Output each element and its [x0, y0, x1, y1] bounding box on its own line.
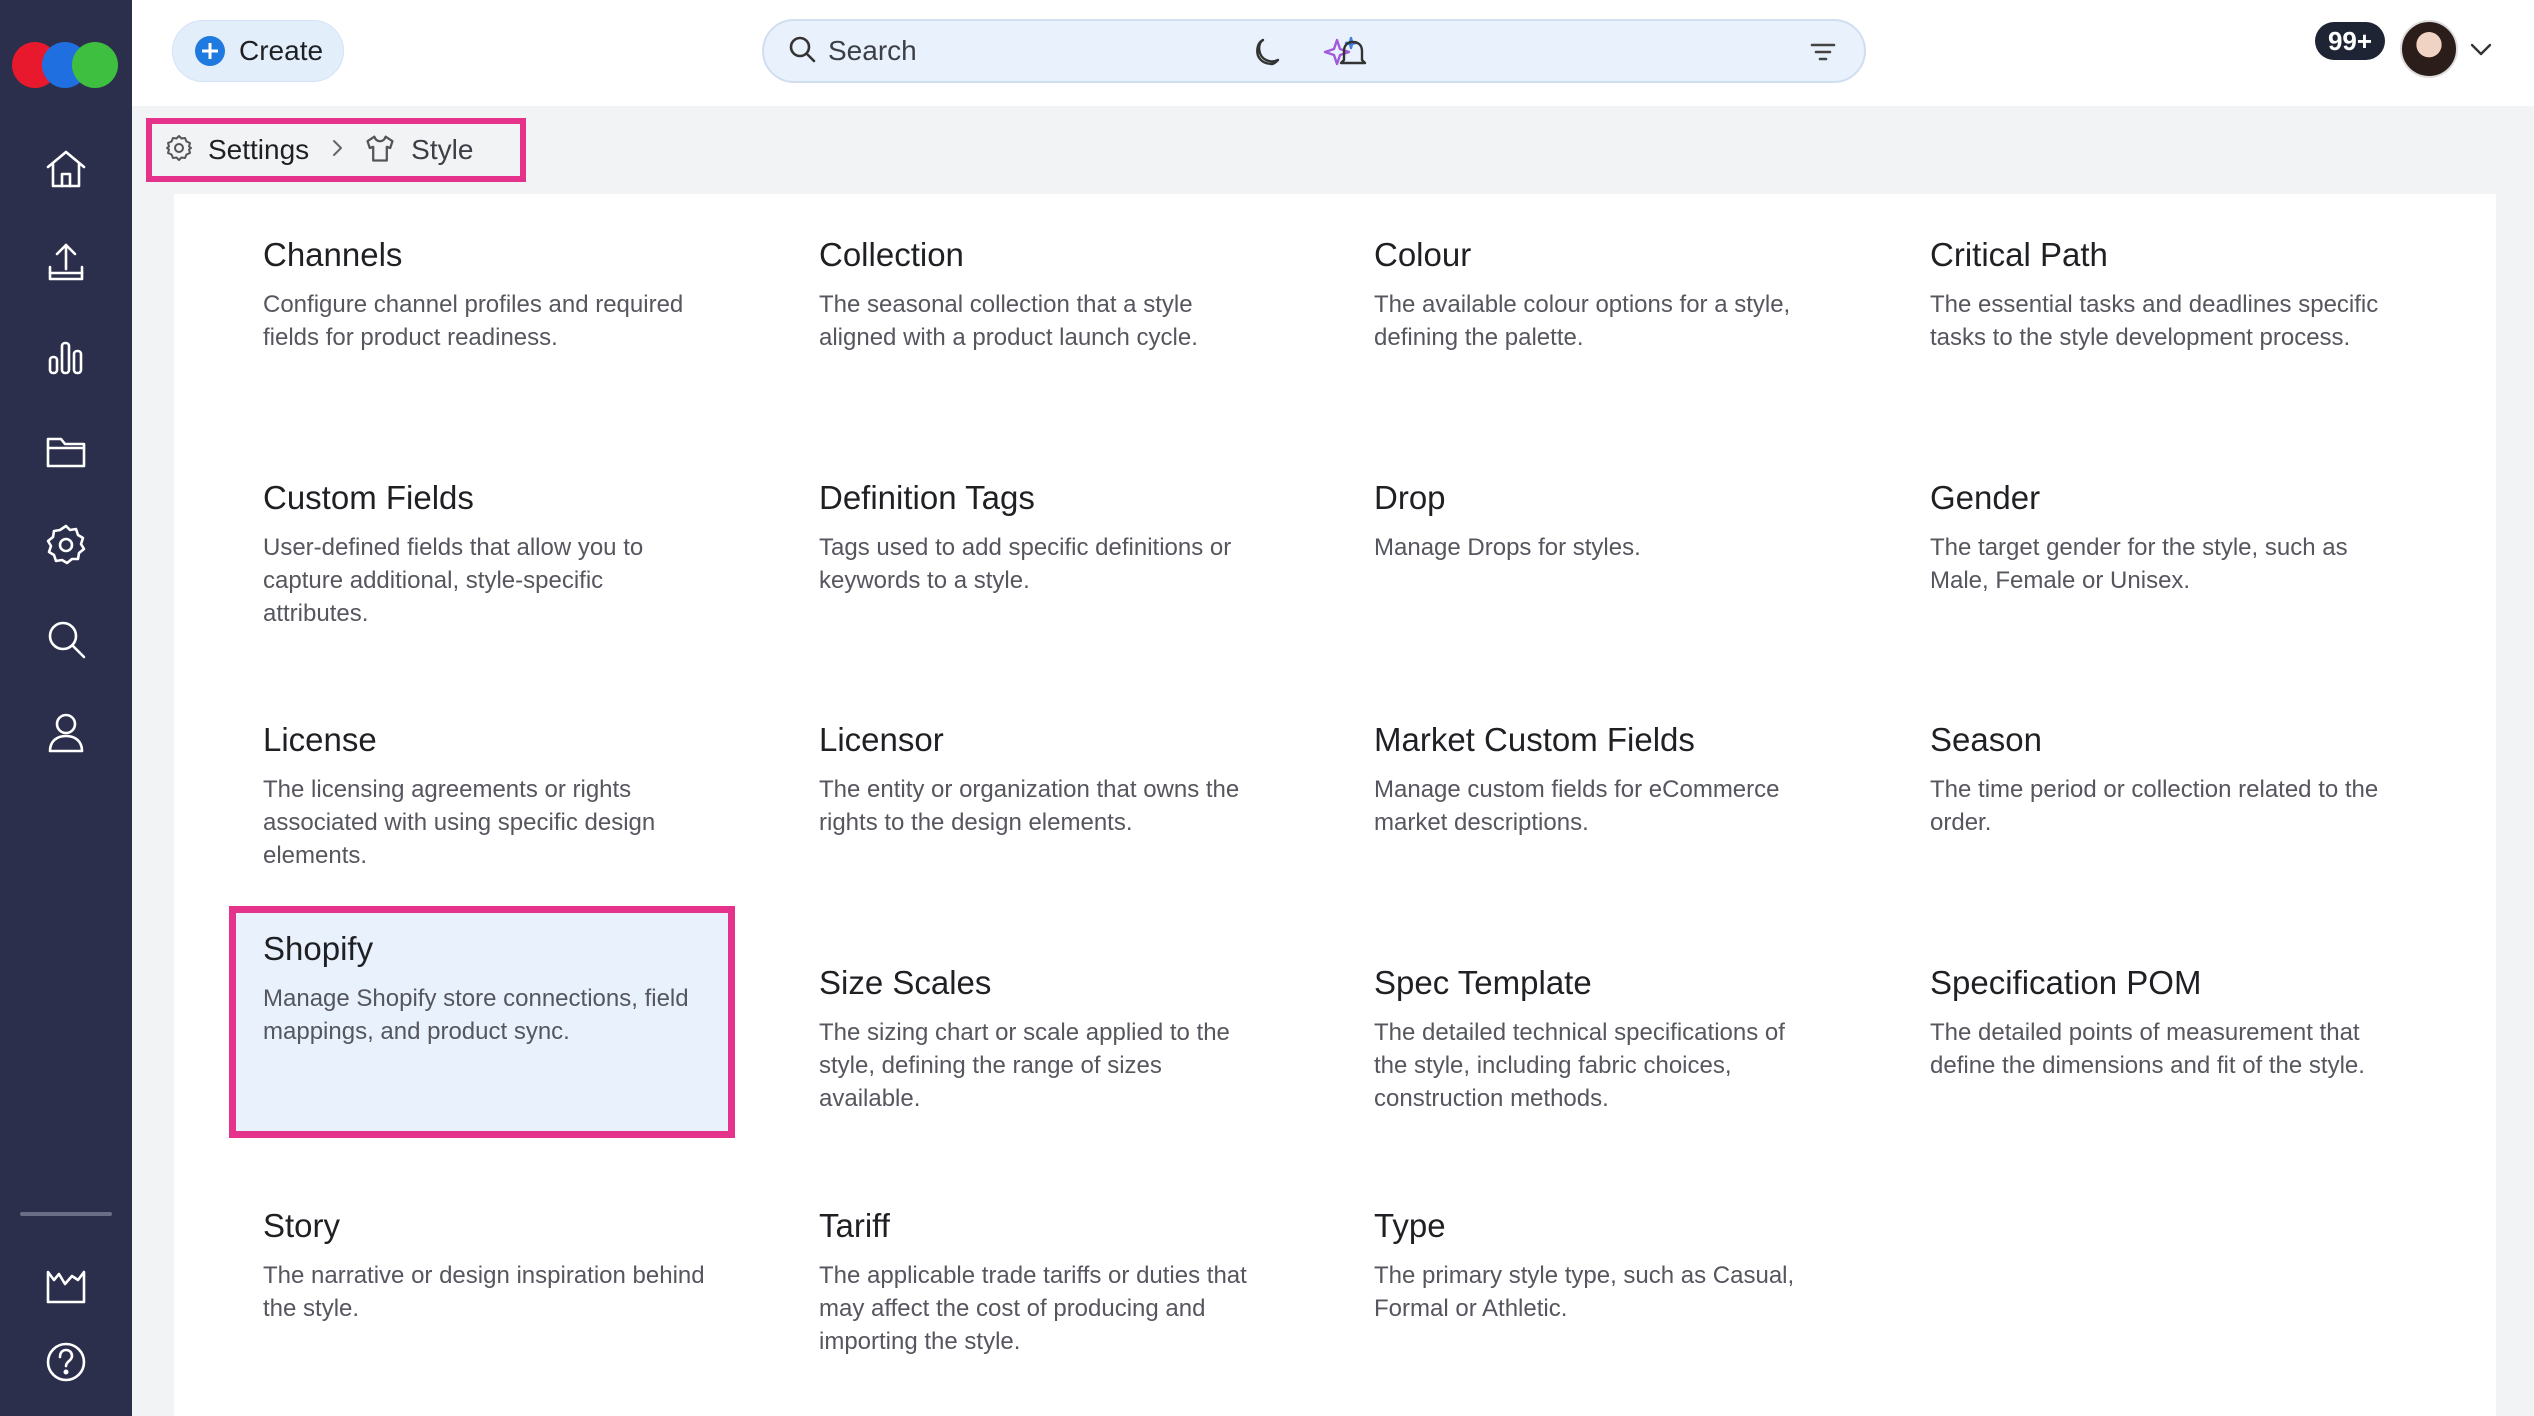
- tshirt-icon: [363, 131, 397, 170]
- card-spec-template[interactable]: Spec Template The detailed technical spe…: [1340, 940, 1846, 1172]
- card-title: Critical Path: [1930, 236, 2108, 273]
- card-description: The seasonal collection that a style ali…: [819, 291, 1198, 351]
- card-title: Gender: [1930, 479, 2041, 516]
- top-bar: Create: [132, 0, 2534, 106]
- card-size-scales[interactable]: Size Scales The sizing chart or scale ap…: [785, 940, 1291, 1172]
- card-title: License: [263, 721, 377, 758]
- card-title: Spec Template: [1374, 964, 1592, 1001]
- card-license[interactable]: License The licensing agreements or righ…: [229, 697, 735, 929]
- card-title: Collection: [819, 236, 964, 273]
- card-channels[interactable]: Channels Configure channel profiles and …: [229, 212, 735, 444]
- card-definition-tags[interactable]: Definition Tags Tags used to add specifi…: [785, 455, 1291, 687]
- search-icon[interactable]: [36, 609, 96, 669]
- create-button[interactable]: Create: [172, 20, 344, 82]
- card-title: Tariff: [819, 1207, 890, 1244]
- card-gender[interactable]: Gender The target gender for the style, …: [1896, 455, 2402, 687]
- card-description: The target gender for the style, such as…: [1930, 534, 2348, 594]
- search-input[interactable]: [828, 35, 1788, 67]
- notification-badge[interactable]: 99+: [2315, 22, 2385, 60]
- card-colour[interactable]: Colour The available colour options for …: [1340, 212, 1846, 444]
- card-title: Licensor: [819, 721, 944, 758]
- card-type[interactable]: Type The primary style type, such as Cas…: [1340, 1183, 1846, 1415]
- card-description: Manage custom fields for eCommerce marke…: [1374, 776, 1780, 836]
- card-shopify[interactable]: Shopify Manage Shopify store connections…: [229, 906, 735, 1138]
- search-icon: [786, 33, 818, 70]
- card-description: The licensing agreements or rights assoc…: [263, 776, 656, 869]
- card-description: Manage Drops for styles.: [1374, 534, 1641, 561]
- card-market-custom-fields[interactable]: Market Custom Fields Manage custom field…: [1340, 697, 1846, 929]
- card-drop[interactable]: Drop Manage Drops for styles.: [1340, 455, 1846, 687]
- card-description: The applicable trade tariffs or duties t…: [819, 1262, 1247, 1355]
- chevron-right-icon: [325, 136, 349, 165]
- card-description: The primary style type, such as Casual, …: [1374, 1262, 1795, 1322]
- sidebar: [0, 0, 132, 1416]
- card-title: Size Scales: [819, 964, 992, 1001]
- card-description: The sizing chart or scale applied to the…: [819, 1019, 1230, 1112]
- card-description: The essential tasks and deadlines specif…: [1930, 291, 2379, 351]
- home-icon[interactable]: [36, 139, 96, 199]
- card-description: User-defined fields that allow you to ca…: [263, 534, 644, 627]
- card-description: The available colour options for a style…: [1374, 291, 1791, 351]
- upload-icon[interactable]: [36, 233, 96, 293]
- card-tariff[interactable]: Tariff The applicable trade tariffs or d…: [785, 1183, 1291, 1415]
- factory-icon[interactable]: [36, 1256, 96, 1316]
- card-title: Colour: [1374, 236, 1472, 273]
- moon-icon[interactable]: [1240, 28, 1290, 78]
- search-bar[interactable]: [762, 19, 1866, 83]
- filter-icon[interactable]: [1808, 37, 1838, 72]
- chevron-down-icon[interactable]: [2466, 34, 2496, 69]
- folder-icon[interactable]: [36, 421, 96, 481]
- notification-bell-icon[interactable]: [1328, 28, 1378, 78]
- avatar[interactable]: [2400, 20, 2458, 78]
- settings-panel: Channels Configure channel profiles and …: [174, 194, 2496, 1416]
- app-logo[interactable]: [12, 42, 120, 92]
- sidebar-divider: [20, 1212, 112, 1216]
- card-description: The detailed points of measurement that …: [1930, 1019, 2365, 1079]
- help-icon[interactable]: [36, 1332, 96, 1392]
- card-description: The entity or organization that owns the…: [819, 776, 1240, 836]
- card-title: Definition Tags: [819, 479, 1035, 516]
- card-title: Shopify: [263, 930, 374, 967]
- card-season[interactable]: Season The time period or collection rel…: [1896, 697, 2402, 929]
- gear-icon: [164, 133, 194, 168]
- card-description: Manage Shopify store connections, field …: [263, 985, 689, 1045]
- card-title: Specification POM: [1930, 964, 2202, 1001]
- card-critical-path[interactable]: Critical Path The essential tasks and de…: [1896, 212, 2402, 444]
- card-description: Configure channel profiles and required …: [263, 291, 684, 351]
- breadcrumb-settings[interactable]: Settings: [208, 134, 309, 166]
- breadcrumb-style: Style: [411, 134, 474, 165]
- user-icon[interactable]: [36, 703, 96, 763]
- card-title: Story: [263, 1207, 341, 1244]
- card-title: Custom Fields: [263, 479, 474, 516]
- card-specification-pom[interactable]: Specification POM The detailed points of…: [1896, 940, 2402, 1172]
- bar-chart-icon[interactable]: [36, 327, 96, 387]
- card-title: Market Custom Fields: [1374, 721, 1695, 758]
- create-button-label: Create: [239, 35, 324, 66]
- card-custom-fields[interactable]: Custom Fields User-defined fields that a…: [229, 455, 735, 687]
- plus-icon: [195, 36, 225, 66]
- card-title: Drop: [1374, 479, 1446, 516]
- card-collection[interactable]: Collection The seasonal collection that …: [785, 212, 1291, 444]
- card-description: The time period or collection related to…: [1930, 776, 2379, 836]
- card-description: The narrative or design inspiration behi…: [263, 1262, 705, 1322]
- card-title: Channels: [263, 236, 403, 273]
- card-description: Tags used to add specific definitions or…: [819, 534, 1232, 594]
- card-description: The detailed technical specifications of…: [1374, 1019, 1785, 1112]
- card-story[interactable]: Story The narrative or design inspiratio…: [229, 1183, 735, 1415]
- breadcrumb: Settings Style: [146, 118, 526, 182]
- card-title: Type: [1374, 1207, 1446, 1244]
- card-licensor[interactable]: Licensor The entity or organization that…: [785, 697, 1291, 929]
- card-title: Season: [1930, 721, 2042, 758]
- settings-icon[interactable]: [36, 515, 96, 575]
